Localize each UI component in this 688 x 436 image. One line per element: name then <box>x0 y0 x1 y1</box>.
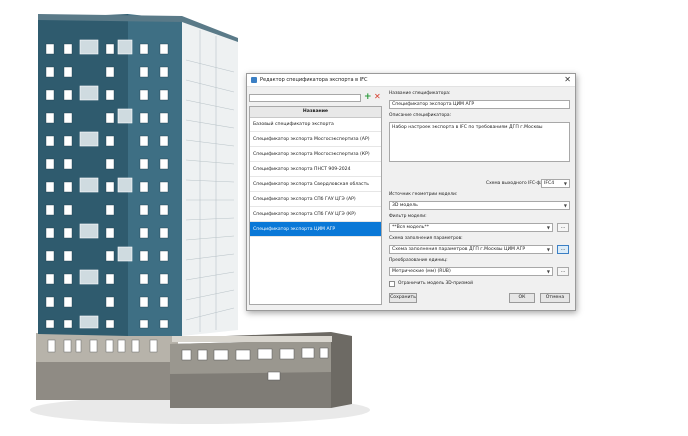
param-fill-scheme-value: Схема заполнения параметров ДГП г.Москвы… <box>392 247 526 252</box>
ifc-export-spec-editor-dialog: Редактор спецификатора экспорта в IFC ✕ … <box>246 73 576 311</box>
app-icon <box>251 77 257 83</box>
list-item[interactable]: Спецификатор экспорта Свердловская облас… <box>250 177 381 192</box>
list-item[interactable]: Спецификатор экспорта Мосгосэкспертиза (… <box>250 147 381 162</box>
list-item[interactable]: Спецификатор экспорта ПНСТ 909-2024 <box>250 162 381 177</box>
chevron-down-icon: ▼ <box>546 225 550 230</box>
name-field[interactable]: Спецификатор экспорта ЦИМ АГР <box>389 100 570 109</box>
ifc-scheme-value: IFC4 <box>544 181 555 186</box>
close-icon[interactable]: ✕ <box>564 75 571 84</box>
model-filter-label: Фильтр модели: <box>389 214 427 219</box>
list-item[interactable]: Спецификатор экспорта Мосгосэкспертиза (… <box>250 132 381 147</box>
list-item[interactable]: Спецификатор экспорта СПб ГАУ ЦГЭ (АР) <box>250 192 381 207</box>
chevron-down-icon: ▼ <box>563 181 567 186</box>
unit-conversion-browse-button[interactable]: ... <box>557 267 569 276</box>
chevron-down-icon: ▼ <box>546 247 550 252</box>
model-filter-value: **Вся модель** <box>392 225 430 230</box>
param-fill-scheme-select[interactable]: Схема заполнения параметров ДГП г.Москвы… <box>389 245 553 254</box>
list-item-selected[interactable]: Спецификатор экспорта ЦИМ АГР <box>250 222 381 237</box>
unit-conversion-label: Преобразование единиц: <box>389 258 448 263</box>
ifc-scheme-select[interactable]: IFC4 ▼ <box>541 179 570 188</box>
param-fill-scheme-label: Схема заполнения параметров: <box>389 236 463 241</box>
chevron-down-icon: ▼ <box>546 269 550 274</box>
list-item[interactable]: Спецификатор экспорта СПб ГАУ ЦГЭ (КР) <box>250 207 381 222</box>
model-filter-select[interactable]: **Вся модель** ▼ <box>389 223 553 232</box>
chevron-down-icon: ▼ <box>563 203 567 208</box>
spec-list: Название Базовый спецификатор экспорта С… <box>249 106 382 305</box>
save-button[interactable]: Сохранить <box>389 293 417 303</box>
geometry-source-value: 3D модель <box>392 203 418 208</box>
delete-icon[interactable]: ✕ <box>374 92 381 101</box>
unit-conversion-value: Метрические (мм) (RUB) <box>392 269 451 274</box>
add-icon[interactable]: + <box>364 92 372 102</box>
ok-button[interactable]: ОК <box>509 293 535 303</box>
dialog-title: Редактор спецификатора экспорта в IFC <box>260 77 368 83</box>
geometry-source-select[interactable]: 3D модель ▼ <box>389 201 570 210</box>
model-filter-browse-button[interactable]: ... <box>557 223 569 232</box>
dialog-titlebar: Редактор спецификатора экспорта в IFC ✕ <box>247 74 575 87</box>
unit-conversion-select[interactable]: Метрические (мм) (RUB) ▼ <box>389 267 553 276</box>
description-label: Описание спецификатора: <box>389 113 452 118</box>
search-input[interactable] <box>249 94 361 102</box>
limit-3d-prism-label: Ограничить модель 3D-призмой <box>398 281 473 286</box>
description-field[interactable]: Набор настроек экспорта в IFC по требова… <box>389 122 570 162</box>
limit-3d-prism-checkbox[interactable] <box>389 281 395 287</box>
cancel-button[interactable]: Отмена <box>540 293 570 303</box>
geometry-source-label: Источник геометрии модели: <box>389 192 458 197</box>
list-item[interactable]: Базовый спецификатор экспорта <box>250 117 381 132</box>
param-fill-scheme-browse-button[interactable]: ... <box>557 245 569 254</box>
name-label: Название спецификатора: <box>389 91 451 96</box>
